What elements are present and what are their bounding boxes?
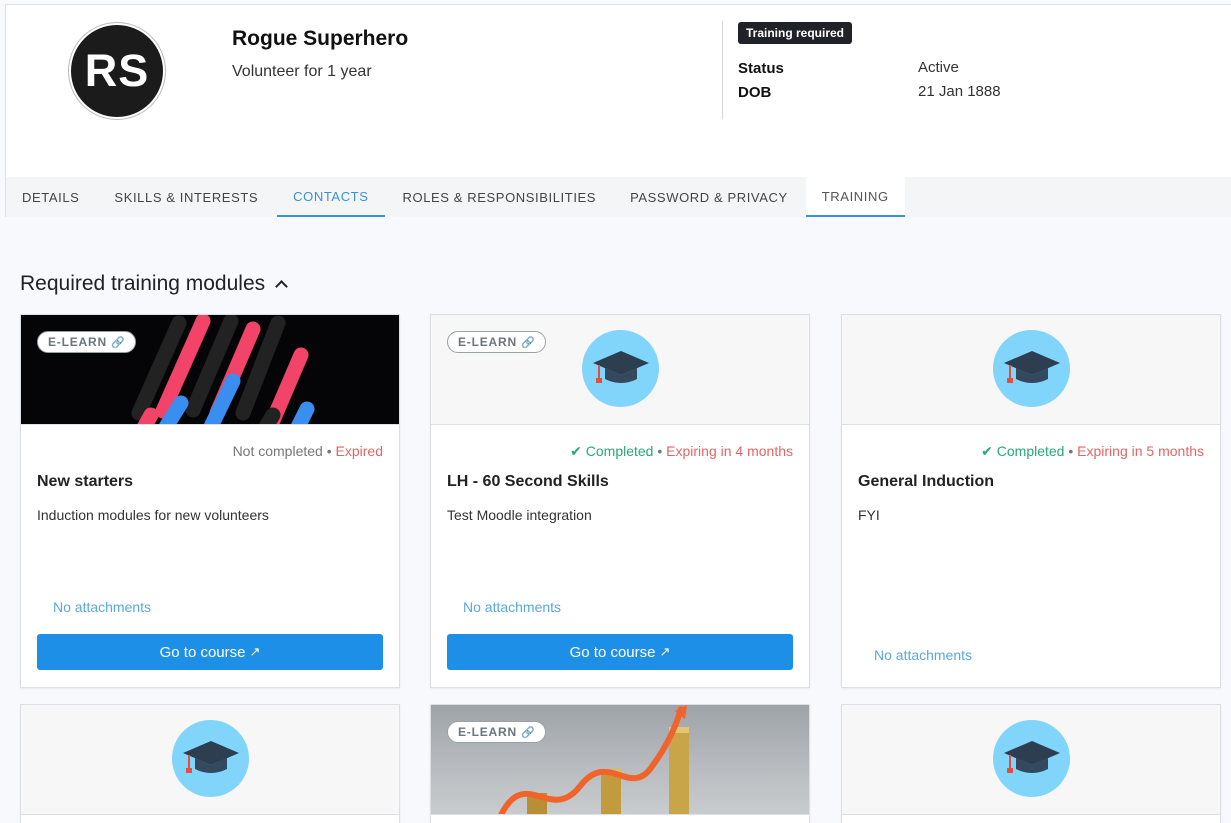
training-card-6 (841, 704, 1221, 823)
card-banner: E-LEARN 🔗 (431, 315, 809, 425)
completion-status: Not completed • Expired (233, 443, 383, 459)
profile-name: Rogue Superhero (232, 27, 409, 50)
card-banner: E-LEARN 🔗 (431, 705, 809, 815)
card-description: Induction modules for new volunteers (37, 507, 269, 523)
training-card-5: E-LEARN 🔗 (430, 704, 810, 823)
status-text: Completed (996, 443, 1065, 459)
elearn-label: E-LEARN (458, 725, 517, 739)
training-required-badge: Training required (738, 22, 853, 44)
expiry-text: Expired (335, 443, 383, 459)
status-separator: • (1068, 443, 1074, 459)
graduation-cap-icon (582, 330, 659, 407)
graduation-cap-icon (993, 330, 1070, 407)
training-card-60-second-skills: E-LEARN 🔗 ✔ Completed • Expiring in 4 mo… (430, 314, 810, 688)
card-banner (842, 705, 1220, 815)
tab-skills-interests[interactable]: SKILLS & INTERESTS (98, 177, 274, 217)
profile-tabs: DETAILS SKILLS & INTERESTS CONTACTS ROLE… (6, 177, 1231, 217)
header-divider (722, 21, 723, 119)
tab-password-privacy[interactable]: PASSWORD & PRIVACY (614, 177, 804, 217)
status-value: Active (918, 59, 959, 76)
button-label: Go to course (569, 643, 656, 661)
external-link-icon: ↗ (249, 644, 261, 659)
elearn-badge[interactable]: E-LEARN 🔗 (37, 331, 137, 353)
dob-label: DOB (738, 84, 772, 101)
completion-status: ✔ Completed • Expiring in 5 months (981, 443, 1204, 460)
profile-header: RS Rogue Superhero Volunteer for 1 year … (5, 4, 1231, 217)
profile-tenure: Volunteer for 1 year (232, 63, 372, 80)
graduation-cap-icon (172, 720, 249, 797)
card-banner (21, 705, 399, 815)
attachments-link[interactable]: No attachments (874, 647, 972, 663)
card-title: New starters (37, 473, 134, 490)
chevron-up-icon[interactable] (275, 280, 289, 293)
avatar-initials: RS (71, 25, 163, 117)
link-icon: 🔗 (520, 726, 536, 739)
button-label: Go to course (159, 643, 246, 661)
go-to-course-button[interactable]: Go to course ↗ (37, 634, 383, 670)
status-text: Completed (585, 443, 654, 459)
link-icon: 🔗 (520, 336, 536, 349)
elearn-label: E-LEARN (458, 335, 517, 349)
training-card-general-induction: ✔ Completed • Expiring in 5 months Gener… (841, 314, 1221, 688)
elearn-label: E-LEARN (48, 335, 107, 349)
attachments-link[interactable]: No attachments (463, 599, 561, 615)
check-icon: ✔ (981, 443, 993, 459)
expiry-text: Expiring in 5 months (1077, 443, 1204, 459)
card-banner (842, 315, 1220, 425)
check-icon: ✔ (570, 443, 582, 459)
link-icon: 🔗 (110, 336, 126, 349)
tab-contacts[interactable]: CONTACTS (277, 177, 385, 217)
card-title: General Induction (858, 473, 995, 490)
section-title: Required training modules (20, 272, 266, 295)
graduation-cap-icon (993, 720, 1070, 797)
attachments-link[interactable]: No attachments (53, 599, 151, 615)
tab-details[interactable]: DETAILS (6, 177, 95, 217)
status-label: Status (738, 60, 784, 77)
card-banner: E-LEARN 🔗 (21, 315, 399, 425)
card-description: FYI (858, 507, 880, 523)
tab-roles-responsibilities[interactable]: ROLES & RESPONSIBILITIES (387, 177, 613, 217)
go-to-course-button[interactable]: Go to course ↗ (447, 634, 793, 670)
elearn-badge[interactable]: E-LEARN 🔗 (447, 721, 547, 743)
section-header[interactable]: Required training modules (20, 272, 289, 296)
status-separator: • (326, 443, 332, 459)
external-link-icon: ↗ (659, 644, 671, 659)
tab-training[interactable]: TRAINING (805, 177, 905, 217)
status-text: Not completed (232, 443, 323, 459)
training-card-new-starters: E-LEARN 🔗 Not completed • Expired New st… (20, 314, 400, 688)
card-description: Test Moodle integration (447, 507, 592, 523)
dob-value: 21 Jan 1888 (918, 83, 1001, 100)
expiry-text: Expiring in 4 months (666, 443, 793, 459)
training-card-4 (20, 704, 400, 823)
completion-status: ✔ Completed • Expiring in 4 months (570, 443, 793, 460)
avatar: RS (68, 22, 166, 120)
elearn-badge[interactable]: E-LEARN 🔗 (447, 331, 547, 353)
card-title: LH - 60 Second Skills (447, 473, 609, 490)
status-separator: • (657, 443, 663, 459)
